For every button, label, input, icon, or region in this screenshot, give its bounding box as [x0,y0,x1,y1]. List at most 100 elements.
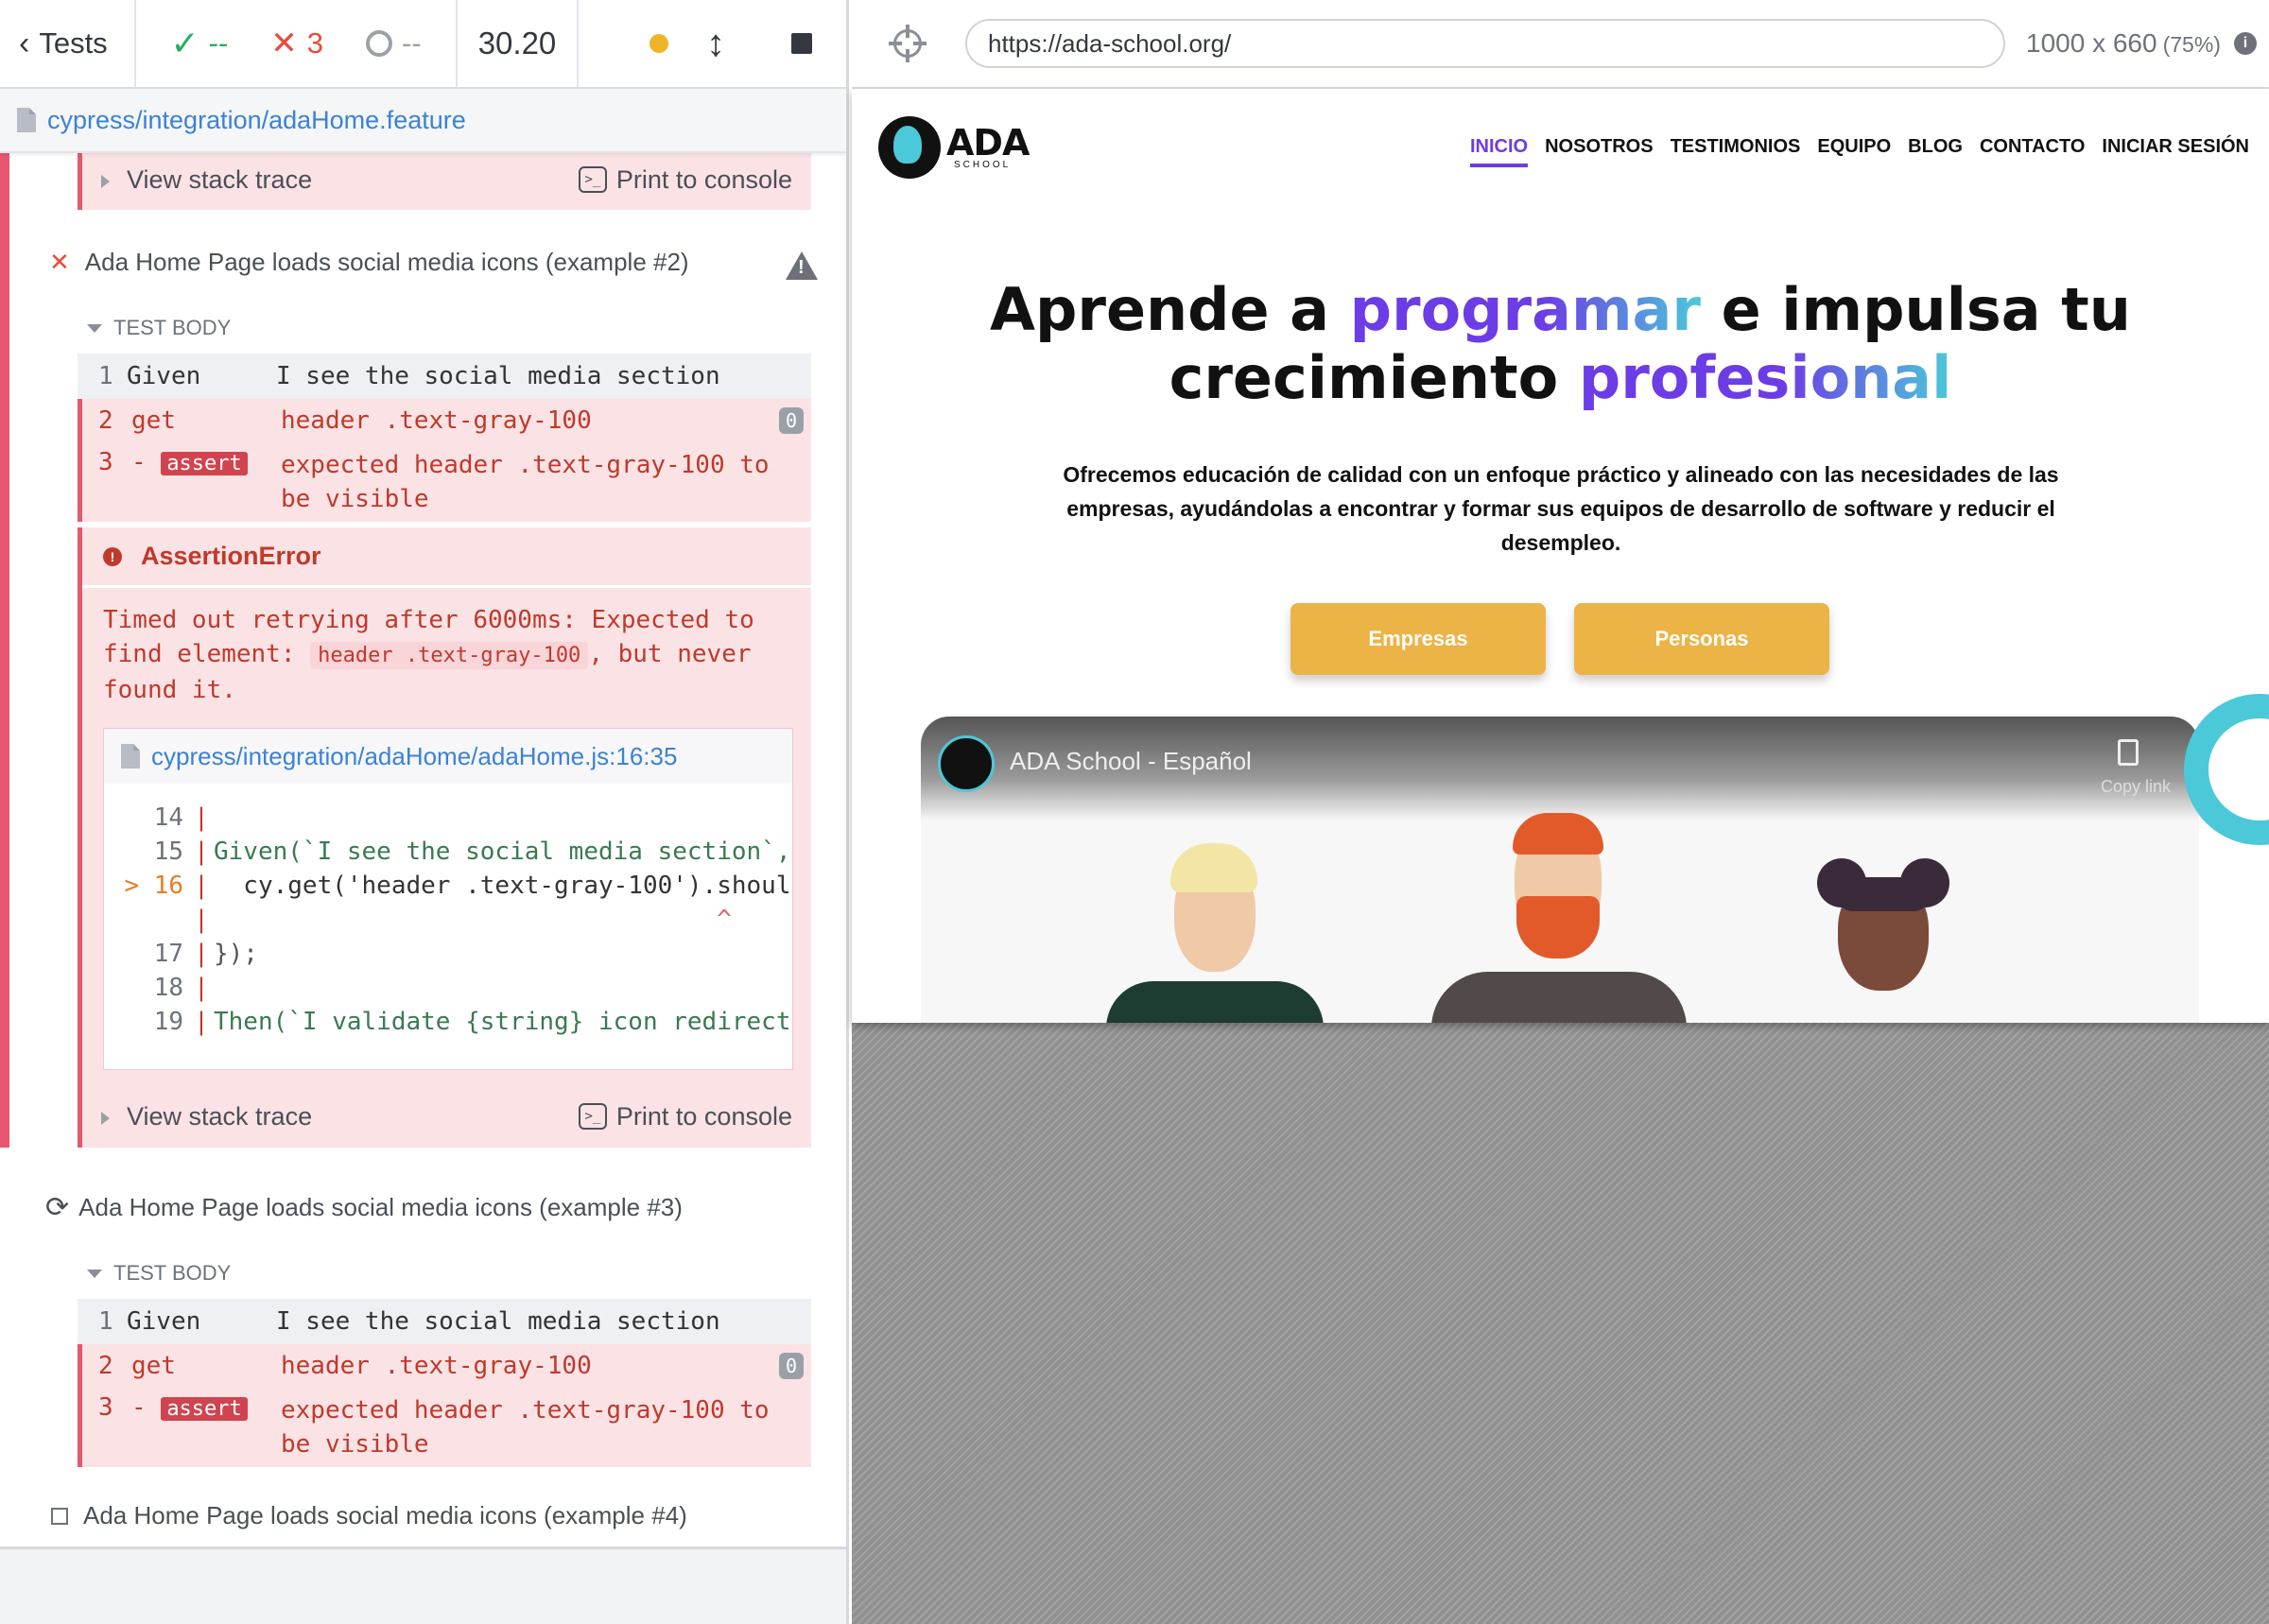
nav-nosotros[interactable]: NOSOTROS [1545,136,1653,167]
test-title-4[interactable]: Ada Home Page loads social media icons (… [51,1501,687,1530]
print-to-console-button[interactable]: >_ Print to console [578,1102,792,1132]
code-line: 18 | [153,974,209,1002]
view-stack-trace-label: View stack trace [127,164,313,194]
video-embed[interactable]: ADA School - Español Copy link [921,717,2199,1023]
nav-inicio[interactable]: INICIO [1469,136,1529,167]
error-footer: View stack trace >_ Print to console [82,1085,811,1148]
code-line: 19 | Then(`I validate {string} icon redire… [153,1008,791,1036]
channel-avatar[interactable] [938,735,995,792]
error-name: AssertionError [141,542,321,570]
command-name: Given [127,362,201,390]
caret-down-icon [87,323,102,333]
code-frame: cypress/integration/adaHome/adaHome.js:1… [103,728,793,1070]
logo-text: ADA SCHOOL [946,122,1030,170]
hero-title: Aprende a programar e impulsa tu crecimi… [990,275,2131,412]
stop-icon[interactable] [791,33,812,54]
hero-description: Ofrecemos educación de calidad con un en… [1063,462,2059,555]
test-title-2[interactable]: ✕ Ada Home Page loads social media icons… [49,248,689,277]
command-name: Given [127,1307,201,1336]
site-nav: INICIO NOSOTROS TESTIMONIOS EQUIPO BLOG … [1469,136,2249,167]
assertion-error-panel: ! AssertionError Timed out retrying afte… [78,527,811,1148]
copy-icon[interactable] [2118,739,2139,766]
personas-button[interactable]: Personas [1574,603,1829,675]
failed-stat: ✕ 3 [270,25,323,62]
run-controls: ↕ [579,0,846,87]
prev-error-footer: View stack trace >_ Print to console [78,153,811,210]
element-count-badge: 0 [779,407,804,434]
caret-right-icon [101,1111,110,1125]
command-row-failed[interactable]: 3 - assert expected header .text-gray-10… [78,1388,811,1467]
aut-header: https://ada-school.org/ 1000 x 660 (75%) … [852,0,2269,89]
empresas-button[interactable]: Empresas [1290,603,1546,675]
selector-playground-icon[interactable] [889,25,927,62]
test-title-label: Ada Home Page loads social media icons (… [78,1193,683,1221]
view-stack-trace-toggle[interactable]: View stack trace [101,1102,312,1132]
test-body-header[interactable]: TEST BODY [87,316,231,340]
runnables: View stack trace >_ Print to console ✕ Ad… [0,153,846,1543]
nav-blog[interactable]: BLOG [1908,136,1963,167]
code-line: 14 | [153,803,209,832]
duration: 30.20 [458,0,579,87]
running-dot-icon [650,34,668,53]
command-message: I see the social media section [276,1307,720,1336]
command-row[interactable]: 1 Given I see the social media section [78,354,811,399]
error-header: ! AssertionError [82,527,811,588]
terminal-icon: >_ [578,1103,607,1130]
command-number: 3 [98,448,113,476]
copy-link-label[interactable]: Copy link [2101,777,2171,797]
code-frame-file[interactable]: cypress/integration/adaHome/adaHome.js:1… [104,729,792,784]
command-row-failed[interactable]: 3 - assert expected header .text-gray-10… [78,442,811,522]
test-title-3[interactable]: ⟳ Ada Home Page loads social media icons… [45,1191,683,1224]
info-icon[interactable]: i [2233,32,2257,55]
error-message: Timed out retrying after 6000ms: Expecte… [82,588,811,707]
view-stack-trace-toggle[interactable]: View stack trace [101,165,312,195]
passed-stat: ✓ -- [170,24,228,63]
command-number: 2 [98,1352,113,1380]
element-count-badge: 0 [779,1353,804,1379]
command-row-failed[interactable]: 2 get header .text-gray-100 0 [78,399,811,442]
error-icon: ! [103,546,122,566]
command-row[interactable]: 1 Given I see the social media section [78,1299,811,1344]
ada-logo-icon[interactable] [878,116,941,179]
tests-button[interactable]: ‹ Tests [0,0,136,87]
auto-scroll-icon[interactable]: ↕ [706,25,725,62]
nav-equipo[interactable]: EQUIPO [1817,136,1891,167]
viewport-scale: (75%) [2162,32,2221,57]
warning-icon: ! [786,251,818,280]
video-title[interactable]: ADA School - Español [1010,747,1252,776]
command-name: get [131,1352,176,1380]
command-number: 1 [98,1307,113,1336]
failed-indicator-bar [0,153,9,1148]
print-to-console-label: Print to console [615,164,792,194]
viewport-info: 1000 x 660 (75%) [2026,28,2221,59]
command-row-failed[interactable]: 2 get header .text-gray-100 0 [78,1344,811,1388]
pending-square-icon [51,1507,68,1525]
print-to-console-button[interactable]: >_ Print to console [578,164,792,195]
failed-count: 3 [306,26,323,60]
command-name: get [131,406,176,435]
file-icon [121,744,140,769]
test-body-header[interactable]: TEST BODY [87,1261,231,1286]
code-frame-path: cypress/integration/adaHome/adaHome.js:1… [151,741,678,770]
url-bar[interactable]: https://ada-school.org/ [965,19,2005,68]
code-line: 17 |}); [153,940,258,968]
command-message: header .text-gray-100 [281,1352,592,1380]
pending-count: -- [401,26,422,60]
command-number: 1 [98,362,113,390]
assert-badge: assert [161,452,248,475]
x-icon: ✕ [270,26,298,61]
nav-testimonios[interactable]: TESTIMONIOS [1671,136,1801,167]
caret-right-icon [101,174,110,188]
command-message: expected header .text-gray-100 to be vis… [281,451,770,513]
aut-iframe: ADA SCHOOL INICIO NOSOTROS TESTIMONIOS E… [852,89,2269,1023]
check-icon: ✓ [170,24,199,62]
illustration-person-curly [1817,839,1949,1023]
view-stack-trace-label: View stack trace [127,1101,313,1131]
pending-stat: -- [365,26,422,60]
chevron-left-icon: ‹ [19,25,30,61]
nav-contacto[interactable]: CONTACTO [1980,136,2085,167]
spec-path[interactable]: cypress/integration/adaHome.feature [47,106,466,135]
nav-iniciar-sesion[interactable]: INICIAR SESIÓN [2102,136,2249,167]
test-title-label: Ada Home Page loads social media icons (… [83,1501,687,1529]
site-header: ADA SCHOOL INICIO NOSOTROS TESTIMONIOS E… [878,113,2249,181]
